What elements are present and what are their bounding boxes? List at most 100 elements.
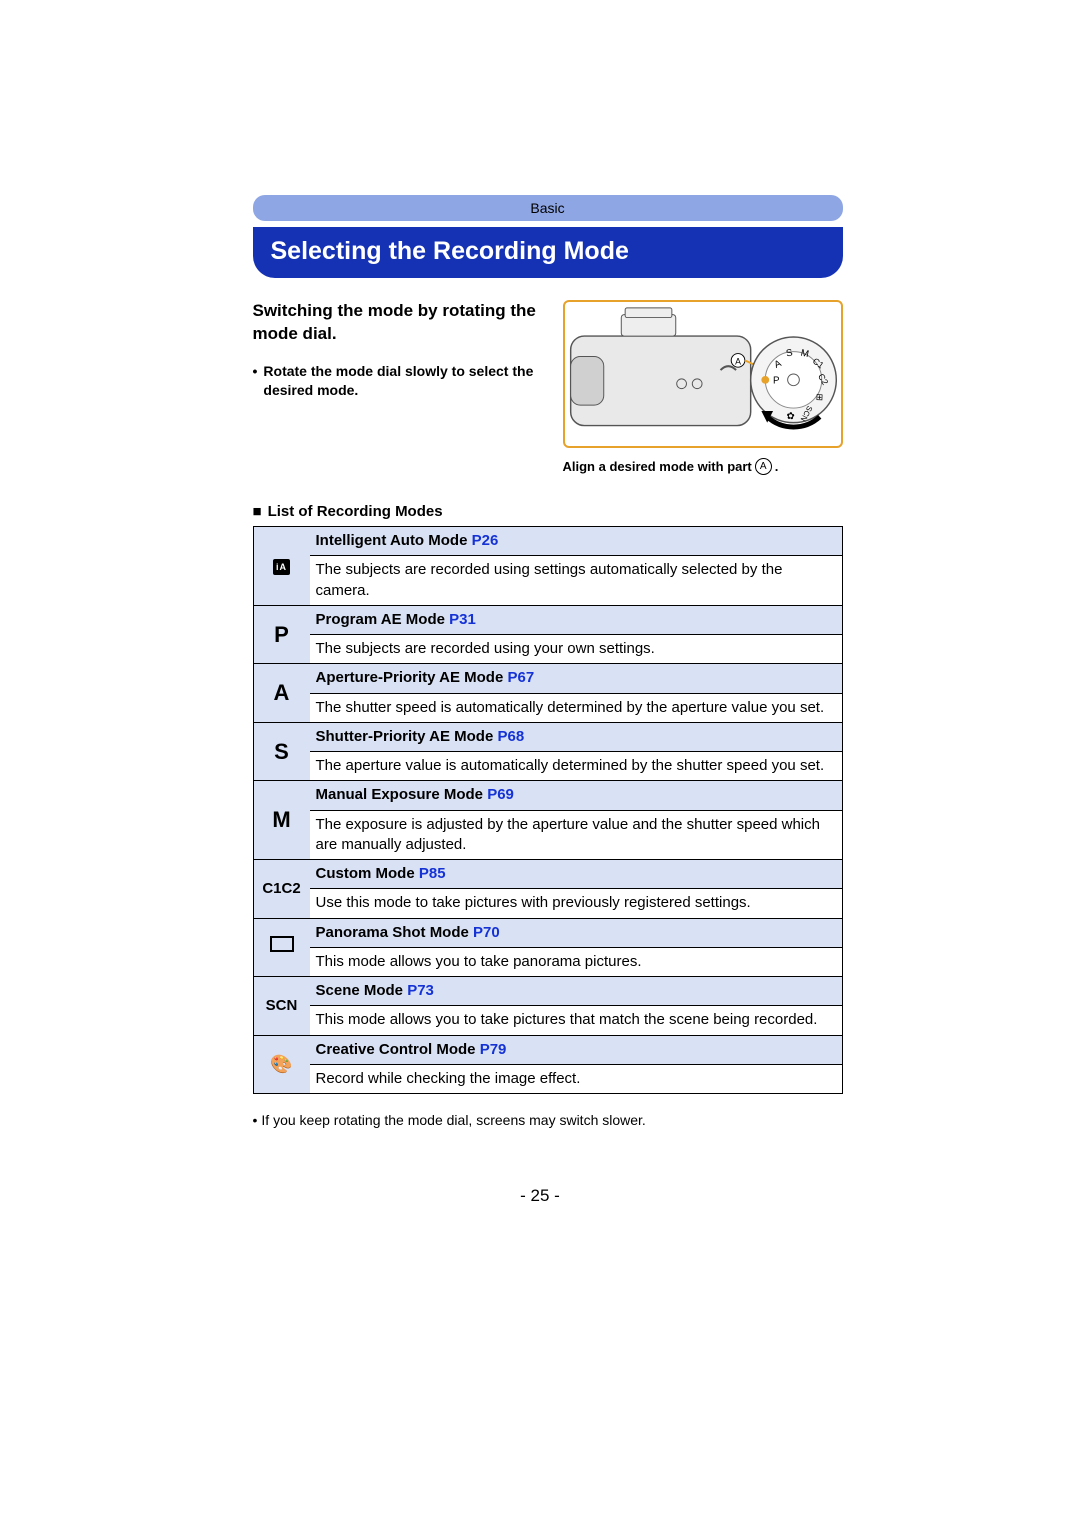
svg-text:⊞: ⊞ bbox=[814, 393, 824, 401]
mode-desc-row: The subjects are recorded using settings… bbox=[253, 556, 842, 606]
mode-title-cell: Creative Control Mode P79 bbox=[310, 1035, 843, 1064]
mode-name: Scene Mode bbox=[316, 982, 404, 999]
mode-name: Aperture-Priority AE Mode bbox=[316, 669, 504, 686]
mode-letter-icon: C1C2 bbox=[262, 880, 300, 897]
instruction-bullet: • Rotate the mode dial slowly to select … bbox=[253, 362, 551, 400]
mode-letter-icon: M bbox=[272, 807, 290, 832]
mode-letter-icon: SCN bbox=[266, 997, 298, 1014]
mode-title-cell: Manual Exposure Mode P69 bbox=[310, 781, 843, 810]
mode-name: Program AE Mode bbox=[316, 611, 445, 628]
mode-icon-cell: M bbox=[253, 781, 310, 860]
mode-name: Panorama Shot Mode bbox=[316, 924, 469, 941]
mode-page-ref[interactable]: P68 bbox=[497, 728, 524, 745]
mode-title-row: SShutter-Priority AE Mode P68 bbox=[253, 722, 842, 751]
camera-figure: A P A S M C1 C2 bbox=[563, 300, 843, 475]
square-bullet-icon: ■ bbox=[253, 503, 262, 520]
palette-icon: 🎨 bbox=[270, 1054, 292, 1074]
mode-title-row: SCNScene Mode P73 bbox=[253, 977, 842, 1006]
caption-suffix: . bbox=[775, 459, 779, 474]
mode-icon-cell: 🎨 bbox=[253, 1035, 310, 1094]
mode-letter-icon: P bbox=[274, 622, 289, 647]
mode-letter-icon: S bbox=[274, 739, 289, 764]
mode-title-row: PProgram AE Mode P31 bbox=[253, 605, 842, 634]
svg-text:A: A bbox=[735, 356, 741, 366]
bullet-icon: • bbox=[253, 362, 258, 400]
mode-page-ref[interactable]: P73 bbox=[407, 982, 434, 999]
mode-desc-row: The shutter speed is automatically deter… bbox=[253, 693, 842, 722]
caption-prefix: Align a desired mode with part bbox=[563, 459, 752, 474]
mode-title-cell: Scene Mode P73 bbox=[310, 977, 843, 1006]
svg-text:P: P bbox=[773, 376, 779, 387]
mode-title-cell: Panorama Shot Mode P70 bbox=[310, 918, 843, 947]
mode-title-row: AAperture-Priority AE Mode P67 bbox=[253, 664, 842, 693]
camera-illustration: A P A S M C1 C2 bbox=[563, 300, 843, 448]
mode-page-ref[interactable]: P26 bbox=[472, 532, 499, 549]
instruction-heading: Switching the mode by rotating the mode … bbox=[253, 300, 551, 346]
camera-svg-icon: A P A S M C1 C2 bbox=[565, 302, 841, 446]
page-title: Selecting the Recording Mode bbox=[271, 237, 629, 265]
mode-page-ref[interactable]: P31 bbox=[449, 611, 476, 628]
mode-title-row: C1C2Custom Mode P85 bbox=[253, 860, 842, 889]
instruction-bullet-text: Rotate the mode dial slowly to select th… bbox=[263, 362, 550, 400]
mode-title-cell: Intelligent Auto Mode P26 bbox=[310, 527, 843, 556]
mode-title-cell: Aperture-Priority AE Mode P67 bbox=[310, 664, 843, 693]
panorama-icon bbox=[270, 936, 294, 952]
mode-title-cell: Shutter-Priority AE Mode P68 bbox=[310, 722, 843, 751]
mode-desc-row: Record while checking the image effect. bbox=[253, 1064, 842, 1093]
mode-name: Manual Exposure Mode bbox=[316, 786, 484, 803]
mode-description: This mode allows you to take pictures th… bbox=[310, 1006, 843, 1035]
modes-table: iAIntelligent Auto Mode P26The subjects … bbox=[253, 526, 843, 1094]
mode-page-ref[interactable]: P85 bbox=[419, 865, 446, 882]
bullet-icon: • bbox=[253, 1112, 258, 1128]
footnote: • If you keep rotating the mode dial, sc… bbox=[253, 1112, 843, 1128]
mode-name: Creative Control Mode bbox=[316, 1041, 476, 1058]
mode-desc-row: Use this mode to take pictures with prev… bbox=[253, 889, 842, 918]
footnote-text: If you keep rotating the mode dial, scre… bbox=[261, 1112, 645, 1128]
mode-title-cell: Program AE Mode P31 bbox=[310, 605, 843, 634]
mode-title-row: Panorama Shot Mode P70 bbox=[253, 918, 842, 947]
mode-title-row: 🎨Creative Control Mode P79 bbox=[253, 1035, 842, 1064]
mode-title-cell: Custom Mode P85 bbox=[310, 860, 843, 889]
mode-page-ref[interactable]: P70 bbox=[473, 924, 500, 941]
mode-icon-cell: S bbox=[253, 722, 310, 781]
mode-desc-row: The aperture value is automatically dete… bbox=[253, 752, 842, 781]
mode-title-row: iAIntelligent Auto Mode P26 bbox=[253, 527, 842, 556]
mode-description: This mode allows you to take panorama pi… bbox=[310, 947, 843, 976]
mode-icon-cell: iA bbox=[253, 527, 310, 606]
instruction-block: Switching the mode by rotating the mode … bbox=[253, 300, 843, 475]
modes-list-heading-text: List of Recording Modes bbox=[268, 503, 443, 520]
figure-caption: Align a desired mode with part A . bbox=[563, 458, 843, 475]
instruction-text: Switching the mode by rotating the mode … bbox=[253, 300, 551, 475]
mode-description: The shutter speed is automatically deter… bbox=[310, 693, 843, 722]
breadcrumb-label: Basic bbox=[530, 200, 564, 216]
modes-list-heading: ■ List of Recording Modes bbox=[253, 503, 843, 520]
breadcrumb: Basic bbox=[253, 195, 843, 221]
page-number: - 25 - bbox=[0, 1186, 1080, 1206]
mode-desc-row: The subjects are recorded using your own… bbox=[253, 635, 842, 664]
page-title-banner: Selecting the Recording Mode bbox=[253, 227, 843, 278]
mode-page-ref[interactable]: P79 bbox=[480, 1041, 507, 1058]
manual-page: Basic Selecting the Recording Mode Switc… bbox=[0, 0, 1080, 1526]
mode-description: Record while checking the image effect. bbox=[310, 1064, 843, 1093]
part-marker-icon: A bbox=[755, 458, 772, 475]
mode-page-ref[interactable]: P69 bbox=[487, 786, 514, 803]
mode-name: Custom Mode bbox=[316, 865, 415, 882]
mode-description: The subjects are recorded using settings… bbox=[310, 556, 843, 606]
mode-title-row: MManual Exposure Mode P69 bbox=[253, 781, 842, 810]
mode-icon-cell: A bbox=[253, 664, 310, 723]
mode-description: The subjects are recorded using your own… bbox=[310, 635, 843, 664]
mode-description: Use this mode to take pictures with prev… bbox=[310, 889, 843, 918]
mode-desc-row: The exposure is adjusted by the aperture… bbox=[253, 810, 842, 860]
mode-icon-cell: C1C2 bbox=[253, 860, 310, 919]
mode-letter-icon: A bbox=[274, 680, 290, 705]
mode-icon-cell: SCN bbox=[253, 977, 310, 1036]
mode-desc-row: This mode allows you to take panorama pi… bbox=[253, 947, 842, 976]
mode-name: Shutter-Priority AE Mode bbox=[316, 728, 494, 745]
mode-icon-cell: P bbox=[253, 605, 310, 664]
mode-name: Intelligent Auto Mode bbox=[316, 532, 468, 549]
mode-description: The exposure is adjusted by the aperture… bbox=[310, 810, 843, 860]
mode-description: The aperture value is automatically dete… bbox=[310, 752, 843, 781]
intelligent-auto-icon: iA bbox=[273, 559, 290, 575]
mode-desc-row: This mode allows you to take pictures th… bbox=[253, 1006, 842, 1035]
mode-page-ref[interactable]: P67 bbox=[507, 669, 534, 686]
